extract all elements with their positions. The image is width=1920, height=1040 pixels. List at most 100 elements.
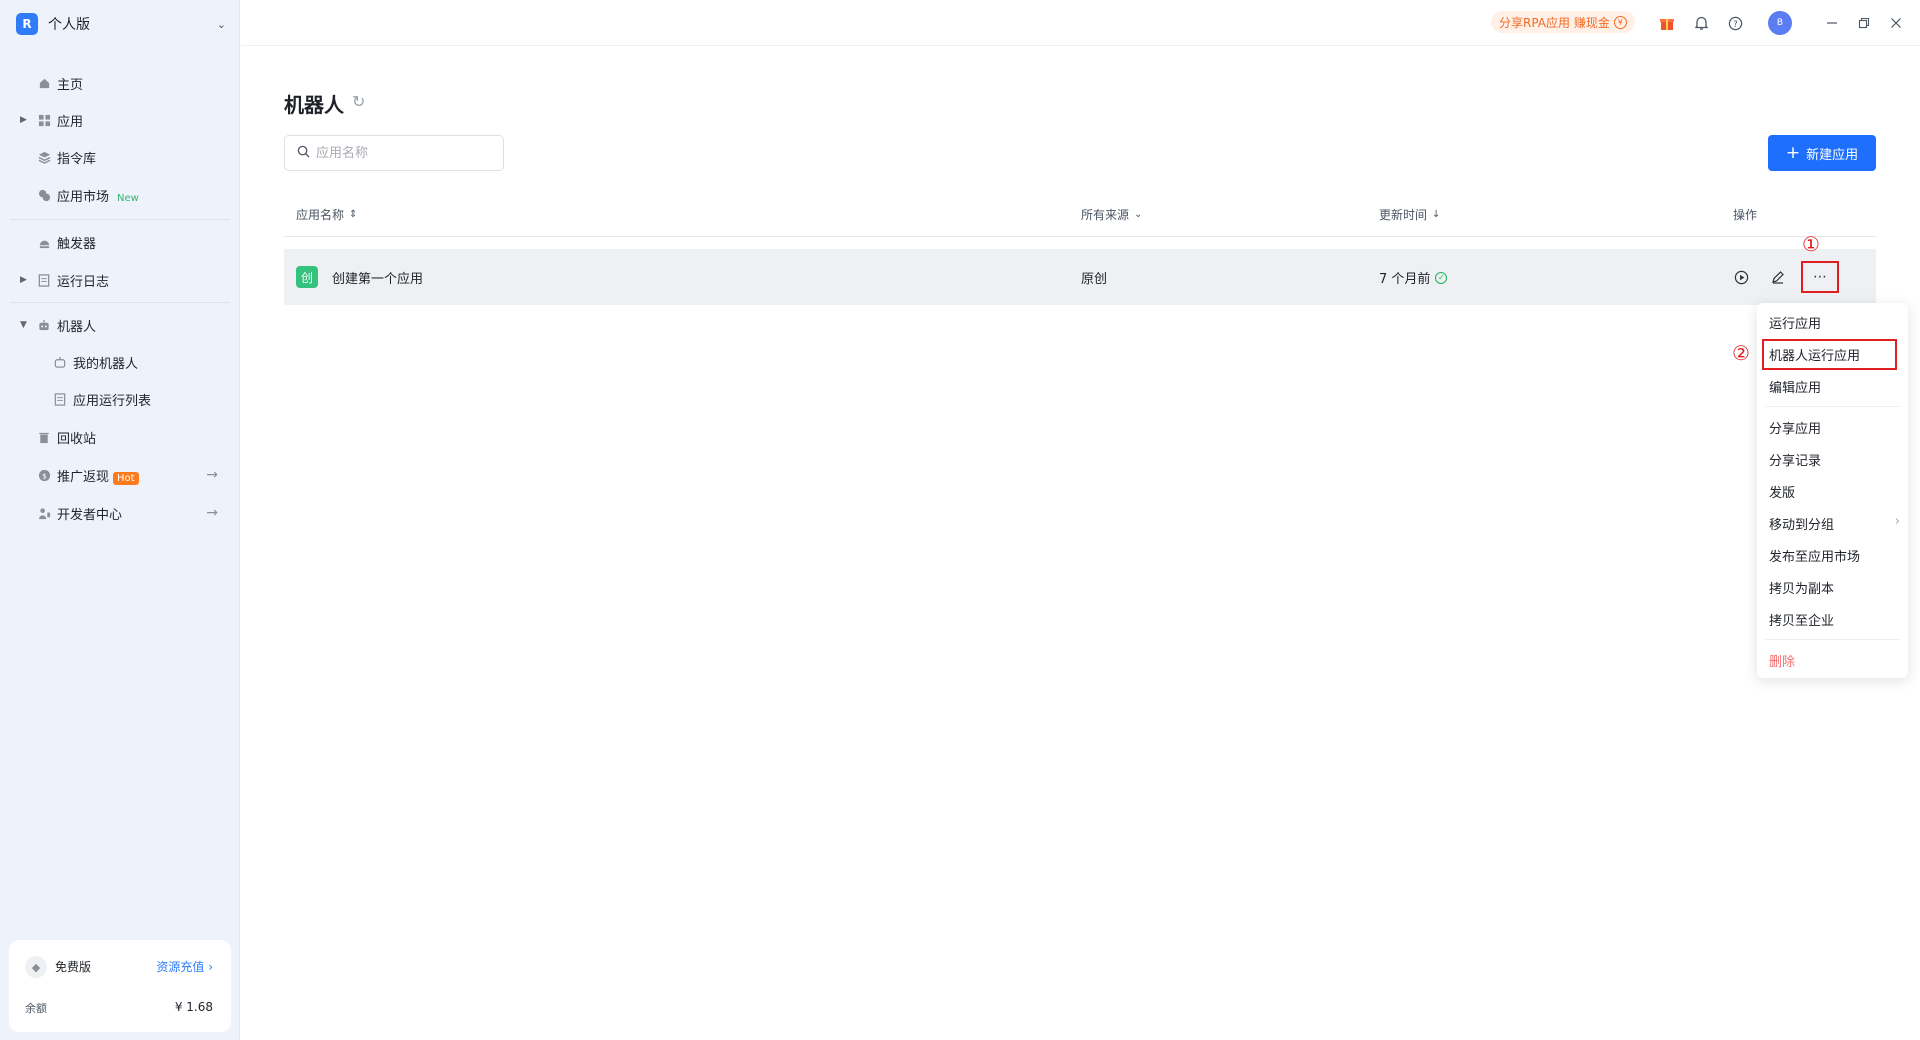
sidebar-item-referral[interactable]: $ 推广返现 Hot → [10,460,230,490]
menu-item-move-to-group[interactable]: 移动到分组 › [1769,514,1904,533]
more-icon: ⋯ [1813,269,1827,285]
arrow-right-icon: → [206,505,218,521]
run-icon[interactable] [1729,265,1753,289]
sidebar-divider [10,219,230,220]
app-updated: 7 个月前 ✓ [1379,268,1448,287]
close-icon[interactable] [1886,13,1906,33]
sidebar-item-triggers[interactable]: 触发器 [10,227,230,257]
caret-right-icon[interactable]: ▶ [20,115,30,125]
menu-item-release[interactable]: 发版 [1769,482,1904,501]
coin-icon: $ [37,468,51,482]
column-header-name[interactable]: 应用名称 ⇕ [296,206,357,223]
workspace-name: 个人版 [48,17,90,33]
plan-name: 免费版 [55,960,92,974]
menu-item-share-history[interactable]: 分享记录 [1769,450,1904,469]
column-header-updated[interactable]: 更新时间 ↓ [1379,206,1440,223]
highlight-box [1762,339,1897,370]
menu-item-delete[interactable]: 删除 [1769,651,1904,670]
recharge-link[interactable]: 资源充值 › [156,958,213,975]
app-source: 原创 [1081,272,1108,287]
arrow-right-icon: → [206,467,218,483]
share-promo-button[interactable]: 分享RPA应用 赚现金 ¥ [1491,11,1635,33]
menu-item-publish-market[interactable]: 发布至应用市场 [1769,546,1904,565]
sidebar-item-label: 开发者中心 [57,507,123,523]
menu-item-run[interactable]: 运行应用 [1769,313,1904,332]
sidebar-item-commands[interactable]: 指令库 [10,142,230,172]
table-row[interactable]: 创 创建第一个应用 原创 7 个月前 ✓ ⋯ [284,249,1876,305]
table-header-divider [284,236,1876,237]
annotation-step-1: ① [1802,232,1820,256]
layers-icon [37,150,51,164]
apps-icon [37,113,51,127]
sidebar-item-label: 指令库 [57,151,97,167]
sidebar-item-label: 触发器 [57,236,97,252]
plus-icon: + [1785,143,1801,163]
column-label: 应用名称 [296,208,345,222]
sidebar-item-home[interactable]: 主页 [10,68,230,98]
sidebar-item-run-list[interactable]: 应用运行列表 [10,384,230,414]
svg-text:$: $ [42,471,47,480]
app-name[interactable]: 创建第一个应用 [332,268,423,287]
workspace-switcher[interactable]: R 个人版 ⌄ [16,12,226,36]
sidebar-item-trash[interactable]: 回收站 [10,422,230,452]
avatar[interactable]: B [1768,11,1792,35]
sidebar-item-label: 推广返现 Hot [57,466,139,485]
gift-icon[interactable] [1657,13,1677,33]
sidebar-item-apps[interactable]: ▶ 应用 [10,105,230,135]
sidebar-item-label: 应用市场 New [57,189,139,205]
new-app-button[interactable]: + 新建应用 [1768,135,1876,171]
bell-icon[interactable] [1691,13,1711,33]
sidebar-item-robots[interactable]: ▼ 机器人 [10,310,230,340]
menu-item-share[interactable]: 分享应用 [1769,418,1904,437]
sidebar-item-market[interactable]: 应用市场 New [10,180,230,210]
menu-item-copy[interactable]: 拷贝为副本 [1769,578,1904,597]
help-icon[interactable]: ? [1725,13,1745,33]
search-icon [297,145,310,162]
sidebar-item-label: 主页 [57,77,84,93]
search-box[interactable] [284,135,504,171]
published-check-icon: ✓ [1435,271,1448,284]
list-icon [53,392,67,406]
page-title: 机器人 [284,93,344,117]
caret-right-icon[interactable]: ▶ [20,275,30,285]
sidebar-item-label: 机器人 [57,319,97,335]
minimize-icon[interactable] [1822,13,1842,33]
home-icon [37,76,51,90]
developer-icon [37,506,51,520]
search-input[interactable] [316,145,486,161]
edit-icon[interactable] [1766,265,1790,289]
column-label: 所有来源 [1081,208,1130,222]
sidebar-item-my-robots[interactable]: 我的机器人 [10,347,230,377]
sidebar-item-label: 我的机器人 [73,356,139,372]
more-actions-button[interactable]: ⋯ [1801,261,1839,293]
diamond-icon: ◆ [25,956,47,978]
sidebar-divider [10,302,230,303]
sidebar-item-label: 应用 [57,114,84,130]
balance-value: ¥ 1.68 [174,1000,213,1014]
robot-icon [53,355,67,369]
column-header-actions: 操作 [1733,206,1757,223]
menu-item-edit[interactable]: 编辑应用 [1769,377,1904,396]
sidebar: R 个人版 ⌄ 主页 ▶ 应用 指令库 应用市场 New 触发器 ▶ 运行日志 … [0,0,240,1040]
balance-label: 余额 [25,1002,47,1015]
trash-icon [37,430,51,444]
sidebar-item-logs[interactable]: ▶ 运行日志 [10,265,230,295]
updated-text: 7 个月前 [1379,272,1431,287]
new-badge: New [117,192,139,204]
column-header-source[interactable]: 所有来源 ⌄ [1081,206,1142,223]
app-icon: 创 [296,266,318,288]
robot-icon [37,318,51,332]
promo-label: 分享RPA应用 赚现金 [1499,15,1610,30]
restore-icon[interactable] [1854,13,1874,33]
coin-icon: ¥ [1613,15,1627,29]
refresh-icon[interactable]: ↻ [352,92,365,111]
chevron-down-icon: ⌄ [216,17,226,31]
menu-item-copy-to-enterprise[interactable]: 拷贝至企业 [1769,610,1904,629]
top-bar: 分享RPA应用 赚现金 ¥ ? B [241,0,1920,46]
menu-divider [1765,406,1900,407]
svg-text:?: ? [1733,18,1737,28]
sidebar-item-label: 应用运行列表 [73,393,152,409]
sidebar-item-developer[interactable]: 开发者中心 → [10,498,230,528]
caret-down-icon[interactable]: ▼ [20,320,30,330]
menu-divider [1765,639,1900,640]
